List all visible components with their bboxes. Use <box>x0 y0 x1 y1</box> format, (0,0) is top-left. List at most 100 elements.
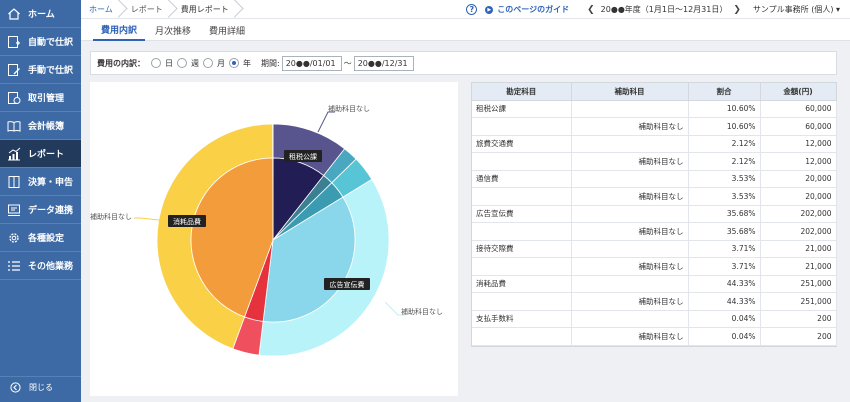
office-name: サンプル事務所 (個人) <box>752 5 834 14</box>
sidebar-item-label: 各種設定 <box>28 234 65 244</box>
table-row: 補助科目なし 3.53% 20,000 <box>472 187 837 206</box>
help-icon[interactable]: ? <box>466 4 478 15</box>
cell-ratio: 35.68% <box>688 222 761 241</box>
cell-amount: 251,000 <box>760 292 837 311</box>
cell-sub-account <box>571 240 689 258</box>
sidebar-item-label: データ連携 <box>28 206 74 216</box>
cell-amount: 202,000 <box>760 205 837 223</box>
expense-table-container: 勘定科目 補助科目 割合 金額(円) 租税公課 10.60% 60,000 補助科目な… <box>471 82 837 347</box>
sidebar-close-label: 閉じる <box>29 383 53 392</box>
table-row: 補助科目なし 10.60% 60,000 <box>472 117 837 136</box>
radio-button[interactable] <box>203 58 213 68</box>
radio-year-label: 年 <box>243 58 251 68</box>
sidebar-item-label: ホーム <box>28 10 55 20</box>
end-date-input[interactable] <box>353 55 414 71</box>
header-ratio: 割合 <box>688 83 761 101</box>
slice-label: 租税公課 <box>289 152 317 161</box>
sidebar-item-data-link[interactable]: データ連携 <box>0 196 81 224</box>
radio-month[interactable]: 月 <box>203 58 225 69</box>
cell-account: 広告宣伝費 <box>472 205 572 223</box>
sidebar-item-transaction[interactable]: 取引管理 <box>0 84 81 112</box>
header-amount: 金額(円) <box>760 83 837 101</box>
cell-amount: 20,000 <box>760 187 837 206</box>
play-icon: ▶ <box>485 5 494 14</box>
radio-week[interactable]: 週 <box>177 58 199 69</box>
cell-ratio: 2.12% <box>688 152 761 171</box>
tab-expense-breakdown[interactable]: 費用内訳 <box>93 19 146 41</box>
radio-button[interactable] <box>151 58 161 68</box>
radio-button[interactable] <box>177 58 187 68</box>
page-guide-link[interactable]: ▶ このページのガイド <box>485 4 569 15</box>
cell-amount: 12,000 <box>760 152 837 171</box>
callout-label: 補助科目なし <box>90 212 132 221</box>
sidebar-item-label: レポート <box>28 150 65 160</box>
callout-label: 補助科目なし <box>401 307 443 316</box>
sidebar-item-list[interactable]: その他業務 <box>0 252 81 280</box>
sidebar-item-report-chart[interactable]: レポート <box>0 140 81 168</box>
table-row: 支払手数料 0.04% 200 <box>472 310 837 328</box>
tab-expense-detail[interactable]: 費用詳細 <box>201 19 253 41</box>
cell-ratio: 10.60% <box>688 100 761 118</box>
cell-sub-account: 補助科目なし <box>571 187 689 206</box>
cell-amount: 200 <box>760 310 837 328</box>
sidebar-close-button[interactable]: 閉じる <box>0 376 81 394</box>
prev-year-arrow-icon[interactable]: ❮ <box>587 5 595 15</box>
radio-year[interactable]: 年 <box>229 58 251 69</box>
cell-ratio: 3.71% <box>688 257 761 276</box>
sidebar: ホーム自動で仕訳手動で仕訳取引管理会計帳簿レポート決算・申告データ連携各種設定そ… <box>0 0 81 402</box>
cell-account: 租税公課 <box>472 100 572 118</box>
cell-sub-account: 補助科目なし <box>571 257 689 276</box>
cell-account: 通信費 <box>472 170 572 188</box>
callout-line <box>317 111 335 133</box>
callout-line <box>134 217 160 221</box>
cell-ratio: 35.68% <box>688 205 761 223</box>
table-row: 旅費交通費 2.12% 12,000 <box>472 135 837 153</box>
cell-amount: 60,000 <box>760 100 837 118</box>
table-row: 通信費 3.53% 20,000 <box>472 170 837 188</box>
sidebar-item-label: 手動で仕訳 <box>28 66 74 76</box>
sidebar-item-gear[interactable]: 各種設定 <box>0 224 81 252</box>
table-header-row: 勘定科目 補助科目 割合 金額(円) <box>472 83 837 101</box>
page-guide-label: このページのガイド <box>497 5 570 14</box>
cell-account: 支払手数料 <box>472 310 572 328</box>
cell-sub-account: 補助科目なし <box>571 292 689 311</box>
collapse-icon <box>7 380 23 396</box>
cell-ratio: 3.71% <box>688 240 761 258</box>
breadcrumb-home[interactable]: ホーム <box>81 0 123 19</box>
sidebar-item-label: 決算・申告 <box>28 178 74 188</box>
next-year-arrow-icon[interactable]: ❯ <box>733 5 741 15</box>
cell-sub-account <box>571 170 689 188</box>
range-separator: 〜 <box>343 58 352 68</box>
sidebar-item-manual-entry[interactable]: 手動で仕訳 <box>0 56 81 84</box>
period-label: 期間: <box>261 58 280 68</box>
sidebar-item-home[interactable]: ホーム <box>0 0 81 28</box>
cell-amount: 251,000 <box>760 275 837 293</box>
office-selector[interactable]: サンプル事務所 (個人) ▾ <box>753 4 840 15</box>
start-date-input[interactable] <box>281 55 342 71</box>
ledger-icon <box>6 118 22 134</box>
sidebar-item-settlement[interactable]: 決算・申告 <box>0 168 81 196</box>
table-row: 広告宣伝費 35.68% 202,000 <box>472 205 837 223</box>
filter-bar: 費用の内訳： 日 週 月 年 期間: 〜 <box>90 51 837 75</box>
cell-ratio: 2.12% <box>688 135 761 153</box>
breadcrumb-current: 費用レポート <box>173 0 239 19</box>
cell-account <box>472 117 572 136</box>
radio-button-selected[interactable] <box>229 58 239 68</box>
sidebar-item-auto-entry[interactable]: 自動で仕訳 <box>0 28 81 56</box>
report-tabs: 費用内訳 月次推移 費用詳細 <box>81 19 850 41</box>
cell-amount: 21,000 <box>760 240 837 258</box>
cell-amount: 12,000 <box>760 135 837 153</box>
list-icon <box>6 258 22 274</box>
cell-ratio: 10.60% <box>688 117 761 136</box>
sidebar-item-ledger[interactable]: 会計帳簿 <box>0 112 81 140</box>
breadcrumb-report[interactable]: レポート <box>123 0 173 19</box>
sidebar-item-label: 取引管理 <box>28 94 65 104</box>
radio-day[interactable]: 日 <box>151 58 173 69</box>
cell-ratio: 44.33% <box>688 275 761 293</box>
tab-monthly-trend[interactable]: 月次推移 <box>147 19 199 41</box>
cell-sub-account: 補助科目なし <box>571 327 689 346</box>
gear-icon <box>6 230 22 246</box>
table-row: 租税公課 10.60% 60,000 <box>472 100 837 118</box>
cell-sub-account <box>571 275 689 293</box>
radio-day-label: 日 <box>165 58 173 68</box>
